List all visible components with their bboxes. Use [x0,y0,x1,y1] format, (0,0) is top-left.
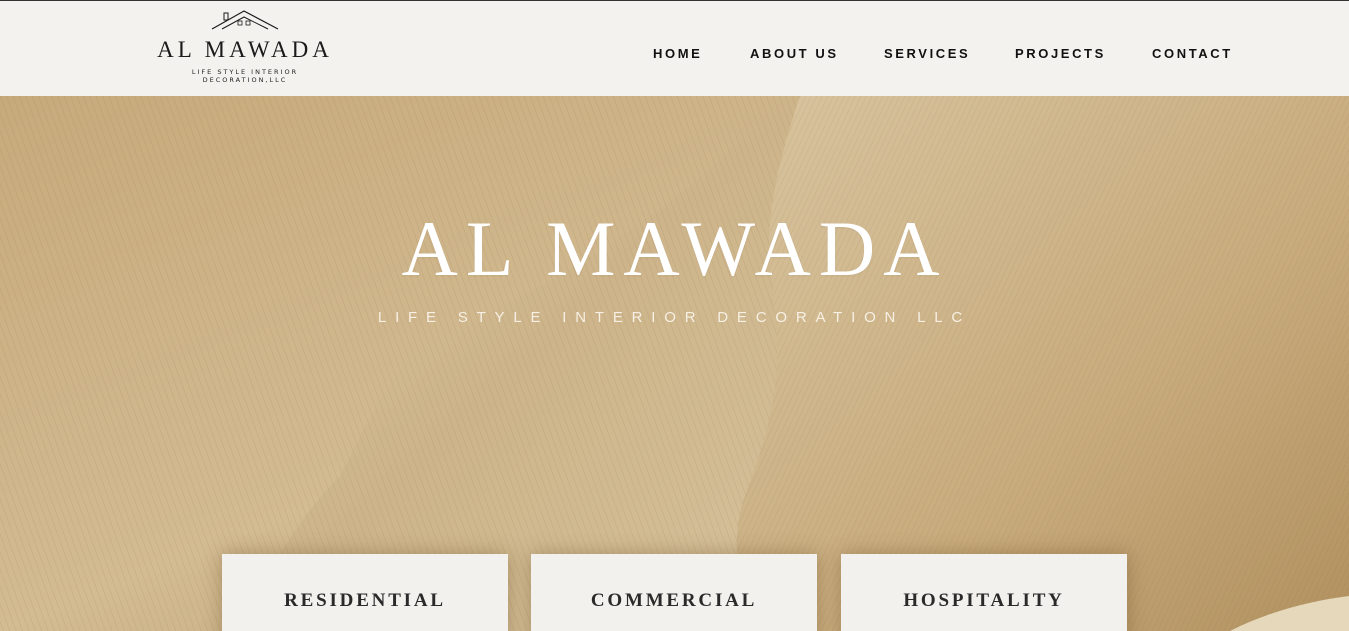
main-nav: HOME ABOUT US SERVICES PROJECTS CONTACT [0,46,1349,62]
service-card-commercial[interactable]: COMMERCIAL [531,554,817,631]
house-roof-icon [211,10,279,30]
service-card-hospitality[interactable]: HOSPITALITY [841,554,1127,631]
hero-banner: AL MAWADA LIFE STYLE INTERIOR DECORATION… [0,96,1349,631]
nav-home-link[interactable]: HOME [653,46,702,61]
nav-contact-link[interactable]: CONTACT [1152,46,1233,61]
service-card-residential[interactable]: RESIDENTIAL [222,554,508,631]
hero-title: AL MAWADA [401,205,948,292]
card-title: HOSPITALITY [903,590,1065,611]
logo-tagline-line1: LIFE STYLE INTERIOR [191,68,299,76]
logo-tagline: LIFE STYLE INTERIOR DECORATION,LLC [164,68,326,84]
nav-about-us-link[interactable]: ABOUT US [750,46,839,61]
card-title: RESIDENTIAL [284,590,446,611]
nav-services-link[interactable]: SERVICES [884,46,970,61]
hero-background-texture [0,96,1349,631]
card-title: COMMERCIAL [590,590,758,611]
nav-projects-link[interactable]: PROJECTS [1015,46,1106,61]
site-header: AL MAWADA LIFE STYLE INTERIOR DECORATION… [0,0,1349,96]
hero-subtitle: LIFE STYLE INTERIOR DECORATION LLC [377,309,972,326]
logo-tagline-line2: DECORATION,LLC [202,76,288,84]
